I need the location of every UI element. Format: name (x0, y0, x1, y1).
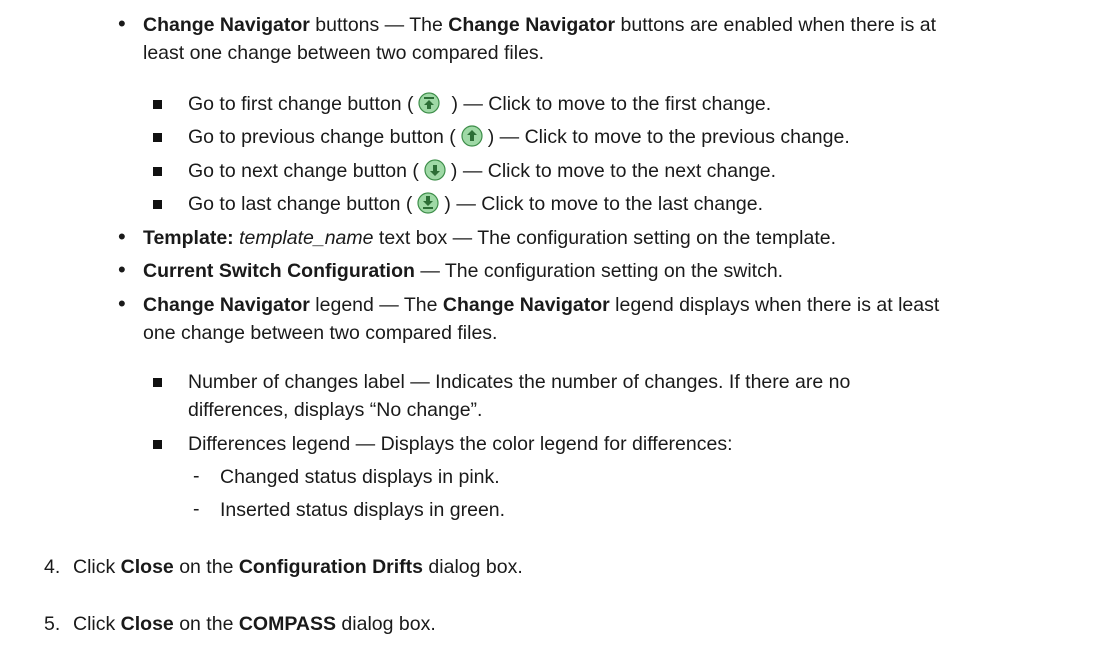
square-bullet (153, 133, 162, 142)
bullet-marker: • (118, 11, 126, 36)
dash-marker: - (193, 465, 200, 487)
change-navigator-buttons-desc-cont: least one change between two compared fi… (143, 42, 545, 64)
differences-legend-desc: Differences legend — Displays the color … (188, 433, 733, 455)
template-desc: Template: template_name text box — The c… (143, 227, 836, 249)
number-of-changes-desc-cont: differences, displays “No change”. (188, 399, 483, 421)
legend-desc: Change Navigator legend — The Change Nav… (143, 294, 940, 316)
bullet-marker: • (118, 291, 126, 316)
number-of-changes-desc: Number of changes label — Indicates the … (188, 371, 851, 393)
square-bullet (153, 440, 162, 449)
square-bullet (153, 200, 162, 209)
bullet-marker: • (118, 257, 126, 282)
legend-desc-cont: one change between two compared files. (143, 322, 498, 344)
step-number: 4. (44, 556, 61, 578)
change-navigator-buttons-desc: Change Navigator buttons — The Change Na… (143, 14, 937, 36)
square-bullet (153, 100, 162, 109)
inserted-status-desc: Inserted status displays in green. (220, 499, 506, 521)
step-number: 5. (44, 613, 61, 635)
dash-marker: - (193, 498, 200, 520)
current-switch-desc: Current Switch Configuration — The confi… (143, 260, 784, 282)
step-close-config-drifts: Click Close on the Configuration Drifts … (73, 556, 523, 578)
previous-change-icon (459, 124, 485, 148)
last-change-item: Go to last change button () — Click to m… (188, 191, 764, 215)
previous-change-item: Go to previous change button () — Click … (188, 124, 850, 148)
bullet-marker: • (118, 224, 126, 249)
square-bullet (153, 167, 162, 176)
next-change-item: Go to next change button () — Click to m… (188, 158, 777, 182)
first-change-icon (416, 91, 442, 115)
step-close-compass: Click Close on the COMPASS dialog box. (73, 613, 436, 635)
square-bullet (153, 378, 162, 387)
last-change-icon (415, 191, 441, 215)
first-change-item: Go to first change button () — Click to … (188, 91, 772, 115)
next-change-icon (422, 158, 448, 182)
changed-status-desc: Changed status displays in pink. (220, 466, 500, 488)
